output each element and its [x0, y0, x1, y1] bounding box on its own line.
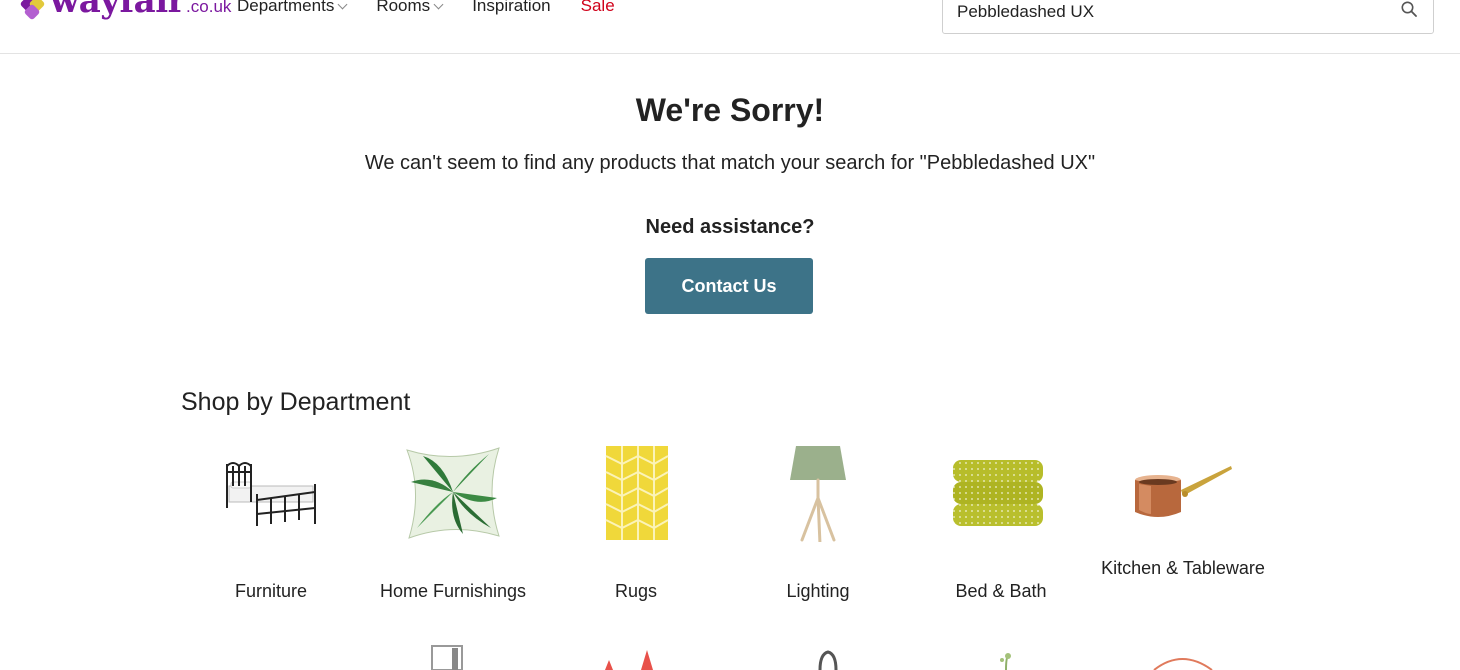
department-label: Lighting — [786, 581, 850, 601]
department-bed-bath[interactable]: Bed & Bath — [916, 442, 1086, 612]
chevron-down-icon — [433, 0, 444, 10]
page-title: We're Sorry! — [635, 92, 825, 128]
department-kitchen-tableware[interactable]: Kitchen & Tableware — [1098, 442, 1268, 612]
department-lighting[interactable]: Lighting — [733, 442, 903, 612]
logo[interactable]: wayfair .co.uk — [19, 0, 232, 21]
department-home-furnishings[interactable]: Home Furnishings — [368, 442, 538, 612]
nav-rooms-label: Rooms — [376, 0, 431, 15]
nav-sale[interactable]: Sale — [581, 0, 615, 16]
assistance-heading: Need assistance? — [645, 216, 815, 238]
contact-us-button[interactable]: Contact Us — [645, 258, 813, 314]
department-thumbnail[interactable] — [1140, 640, 1240, 670]
search-icon[interactable] — [1401, 1, 1417, 17]
search-box — [942, 0, 1434, 34]
rug-icon — [605, 446, 669, 540]
search-input[interactable] — [955, 0, 1379, 25]
saucepan-icon — [1135, 466, 1232, 517]
department-thumbnail[interactable] — [962, 640, 1062, 670]
site-header: wayfair .co.uk Departments Rooms Inspira… — [0, 0, 1460, 54]
department-heading: Shop by Department — [181, 388, 411, 416]
towels-icon — [953, 460, 1043, 526]
logo-domain: .co.uk — [186, 0, 232, 16]
department-thumbnail[interactable] — [597, 640, 697, 670]
department-label: Bed & Bath — [955, 581, 1047, 601]
department-label: Furniture — [234, 581, 308, 601]
department-rugs[interactable]: Rugs — [551, 442, 721, 612]
nav-sale-label: Sale — [580, 0, 615, 15]
nav-rooms[interactable]: Rooms — [376, 0, 444, 16]
bed-icon — [226, 462, 316, 526]
department-label: Kitchen & Tableware — [1101, 558, 1265, 578]
no-results-message: We can't seem to find any products that … — [364, 152, 1096, 174]
main-nav: Departments Rooms Inspiration Sale — [237, 0, 645, 16]
department-thumbnail[interactable] — [780, 640, 880, 670]
nav-departments[interactable]: Departments — [237, 0, 348, 16]
department-label: Home Furnishings — [379, 581, 527, 601]
nav-departments-label: Departments — [237, 0, 335, 15]
department-furniture[interactable]: Furniture — [186, 442, 356, 612]
logo-wordmark: wayfair — [50, 0, 186, 21]
chevron-down-icon — [337, 0, 348, 10]
department-thumbnail[interactable] — [420, 640, 520, 670]
lamp-icon — [790, 446, 846, 542]
nav-inspiration[interactable]: Inspiration — [472, 0, 550, 16]
department-label: Rugs — [614, 581, 658, 601]
logo-mark — [19, 0, 46, 21]
cushion-icon — [406, 447, 500, 539]
nav-inspiration-label: Inspiration — [472, 0, 551, 15]
